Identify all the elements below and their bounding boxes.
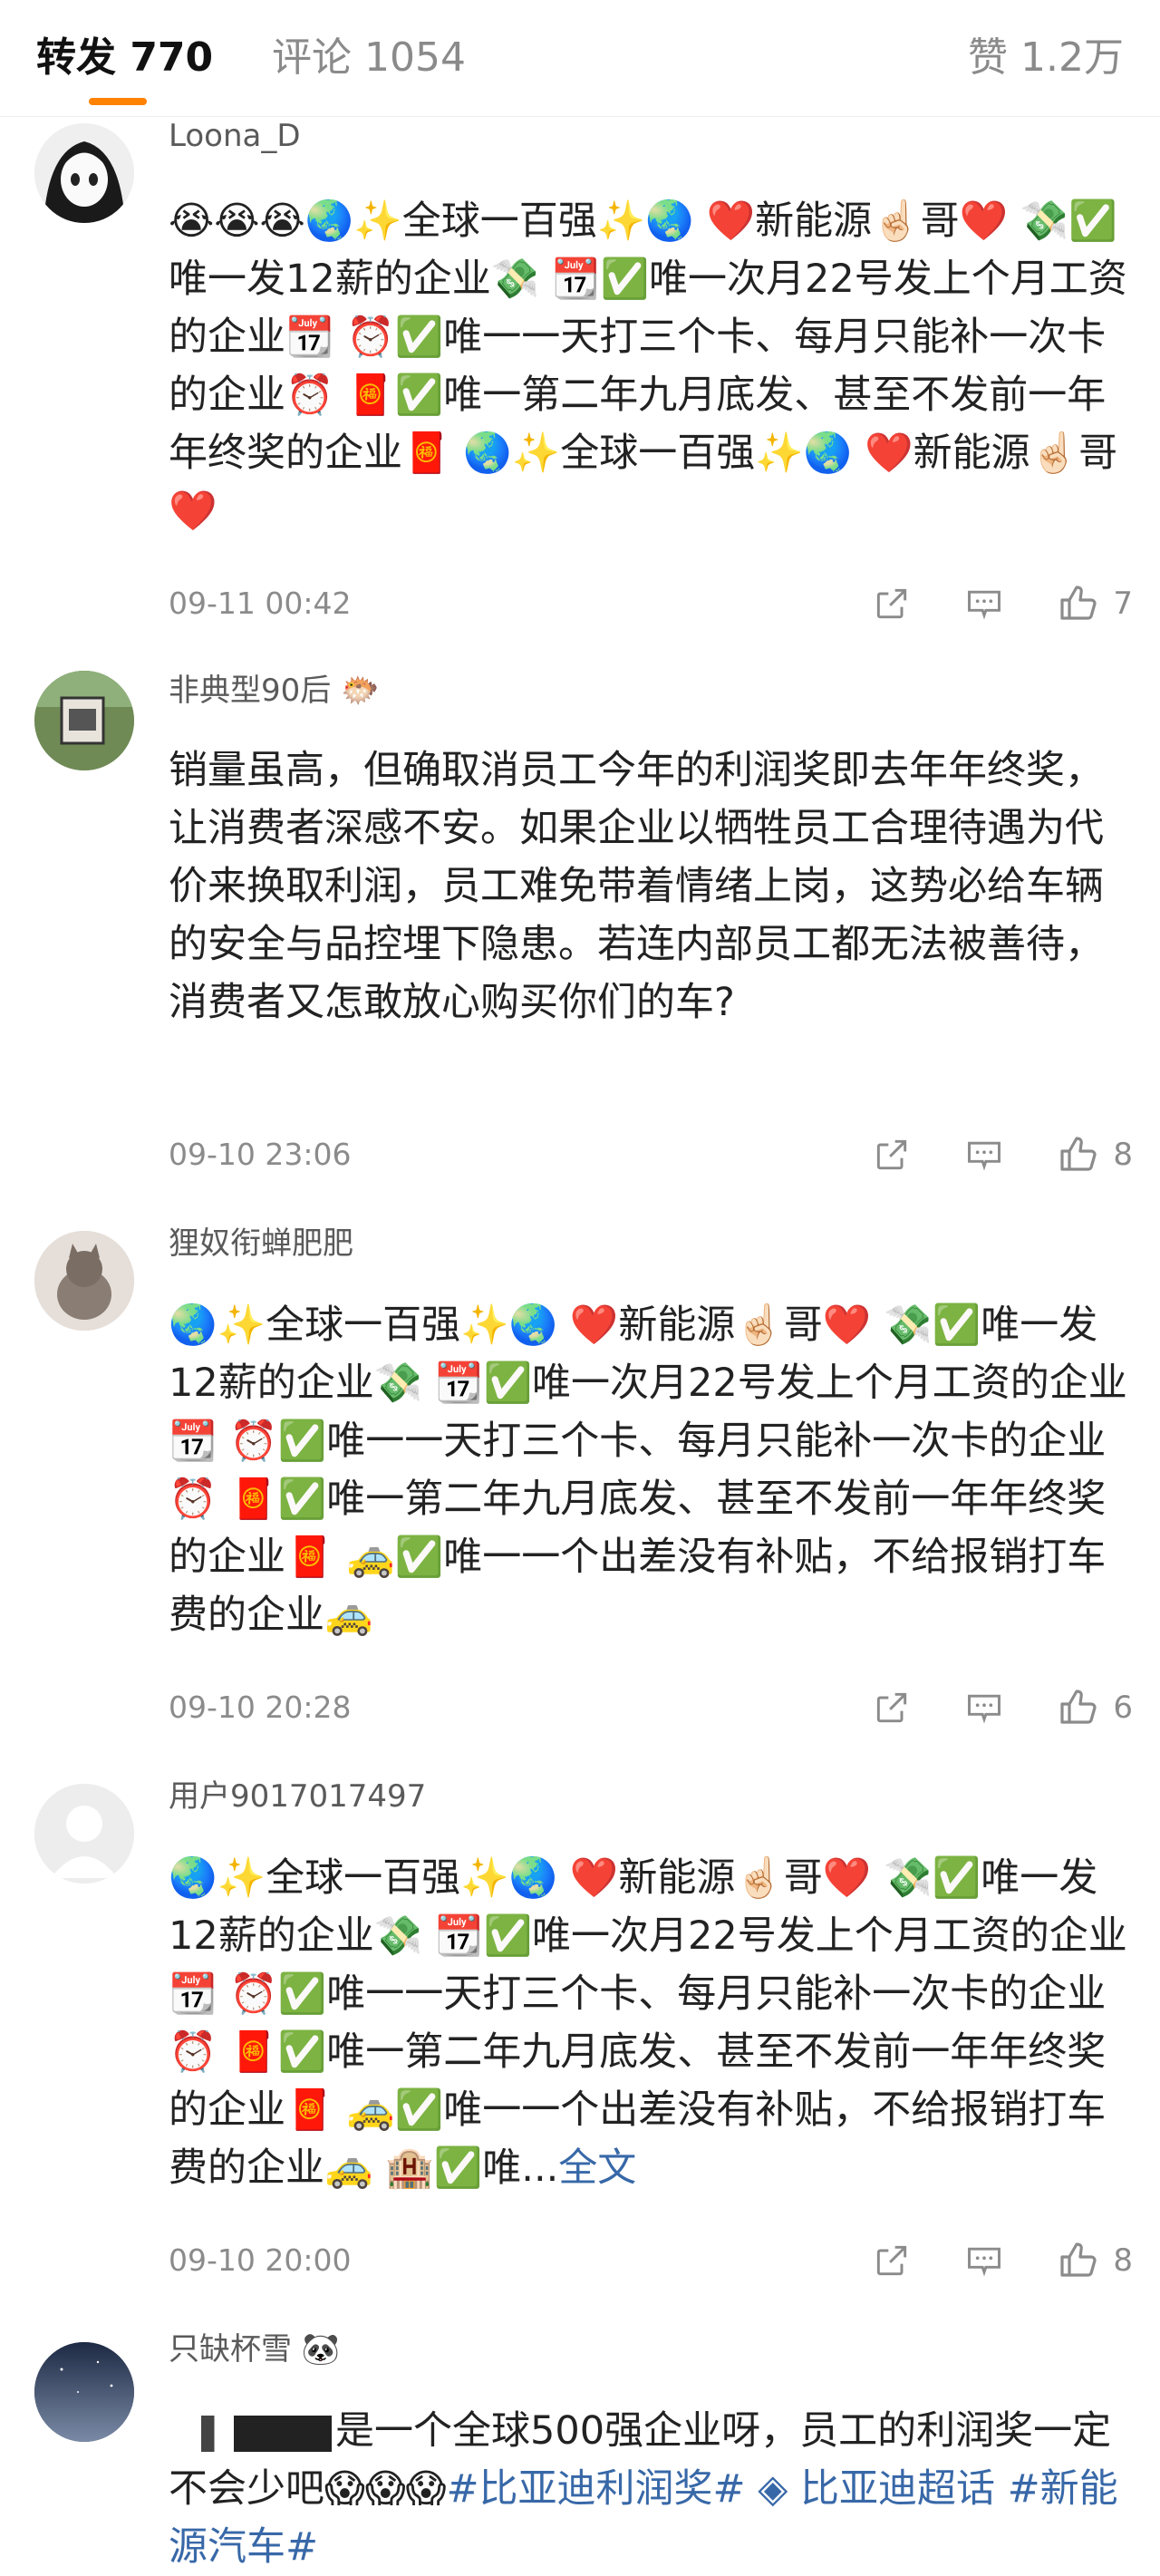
username[interactable]: 用户9017017497	[169, 1777, 426, 1816]
username[interactable]: 狸奴衔蝉肥肥	[169, 1224, 353, 1264]
timestamp: 09-10 20:00	[169, 2242, 352, 2278]
avatar[interactable]	[34, 1784, 134, 1884]
list-item: 只缺杯雪 🐼 是一个全球500强企业呀，员工的利润奖一定不会少吧😱😱😱#比亚迪利…	[0, 2329, 1160, 2574]
comment-actions: 7	[819, 578, 1133, 629]
comment-text: 销量虽高，但确取消员工今年的利润奖即去年年终奖，让消费者深感不安。如果企业以牺牲…	[169, 748, 1104, 1025]
share-button[interactable]	[872, 1688, 912, 1728]
avatar[interactable]	[34, 1231, 134, 1331]
cat-avatar-icon	[34, 1231, 134, 1331]
timestamp: 09-10 20:28	[169, 1690, 352, 1725]
comment-actions: 8	[819, 1129, 1133, 1180]
share-icon	[877, 1692, 907, 1723]
thumbs-up-icon	[1060, 2242, 1097, 2277]
avatar[interactable]	[34, 2342, 134, 2442]
avatar[interactable]	[34, 671, 134, 770]
share-icon	[877, 588, 907, 619]
timestamp: 09-10 23:06	[169, 1137, 352, 1172]
comment-actions: 6	[819, 1682, 1133, 1733]
share-button[interactable]	[872, 1135, 912, 1175]
comment-icon	[968, 1694, 1001, 1724]
photo-avatar-icon	[34, 671, 134, 770]
super-topic-link[interactable]: ◈ 比亚迪超话	[758, 2466, 995, 2512]
thumbs-up-icon	[1060, 1690, 1097, 1724]
active-tab-indicator	[89, 98, 147, 105]
list-item: 狸奴衔蝉肥肥 🌏✨全球一百强✨🌏 ❤️新能源☝🏻哥❤️ 💸✅唯一发12薪的企业💸…	[0, 1224, 1160, 1731]
list-item: Loona_D 😭😭😭🌏✨全球一百强✨🌏 ❤️新能源☝🏻哥❤️ 💸✅唯一发12薪…	[0, 116, 1160, 642]
username[interactable]: Loona_D	[169, 116, 301, 156]
thumbs-up-icon	[1060, 586, 1097, 620]
like-button[interactable]: 8	[1057, 2239, 1133, 2282]
list-item: 非典型90后 🐡 销量虽高，但确取消员工今年的利润奖即去年年终奖，让消费者深感不…	[0, 671, 1160, 1178]
timestamp: 09-11 00:42	[169, 586, 352, 621]
reply-button[interactable]	[964, 1688, 1004, 1728]
reply-button[interactable]	[964, 2241, 1004, 2281]
comment-icon	[968, 1141, 1001, 1171]
comment-text: 🌏✨全球一百强✨🌏 ❤️新能源☝🏻哥❤️ 💸✅唯一发12薪的企业💸 📆✅唯一次月…	[169, 1849, 1129, 2197]
list-item: 用户9017017497 🌏✨全球一百强✨🌏 ❤️新能源☝🏻哥❤️ 💸✅唯一发1…	[0, 1777, 1160, 2284]
tab-bar: 转发 770 评论 1054 赞 1.2万	[0, 0, 1160, 117]
redacted-block	[169, 2415, 332, 2452]
like-count: 8	[1113, 2242, 1133, 2279]
comment-text: 🌏✨全球一百强✨🌏 ❤️新能源☝🏻哥❤️ 💸✅唯一发12薪的企业💸 📆✅唯一次月…	[169, 1303, 1127, 1638]
like-count: 6	[1113, 1690, 1133, 1726]
comment-text: 是一个全球500强企业呀，员工的利润奖一定不会少吧😱😱😱#比亚迪利润奖# ◈ 比…	[169, 2402, 1129, 2576]
comment-actions: 8	[819, 2235, 1133, 2286]
hashtag-link[interactable]: #比亚迪利润奖#	[446, 2466, 745, 2512]
reply-button[interactable]	[964, 1135, 1004, 1175]
like-count: 8	[1113, 1137, 1133, 1173]
share-icon	[877, 2245, 907, 2276]
like-button[interactable]: 8	[1057, 1133, 1133, 1177]
like-button[interactable]: 6	[1057, 1686, 1133, 1729]
comment-body: 🌏✨全球一百强✨🌏 ❤️新能源☝🏻哥❤️ 💸✅唯一发12薪的企业💸 📆✅唯一次月…	[169, 1855, 1127, 2191]
like-button[interactable]: 7	[1057, 582, 1133, 625]
comment-text: 😭😭😭🌏✨全球一百强✨🌏 ❤️新能源☝🏻哥❤️ 💸✅唯一发12薪的企业💸 📆✅唯…	[169, 199, 1127, 534]
reply-button[interactable]	[964, 584, 1004, 624]
full-text-link[interactable]: 全文	[558, 2145, 636, 2191]
share-button[interactable]	[872, 2241, 912, 2281]
avatar[interactable]	[34, 123, 134, 223]
comment-icon	[968, 2247, 1001, 2277]
tab-like[interactable]: 赞 1.2万	[968, 33, 1124, 83]
night-sky-avatar-icon	[34, 2342, 134, 2442]
comment-icon	[968, 590, 1001, 620]
default-user-avatar-icon	[34, 1784, 134, 1884]
share-icon	[877, 1139, 907, 1170]
username[interactable]: 只缺杯雪 🐼	[169, 2329, 340, 2369]
anime-girl-avatar-icon	[34, 123, 134, 223]
like-count: 7	[1113, 586, 1133, 622]
tab-repost[interactable]: 转发 770	[36, 33, 213, 83]
tab-comment[interactable]: 评论 1054	[272, 33, 466, 83]
username[interactable]: 非典型90后 🐡	[169, 671, 379, 711]
thumbs-up-icon	[1060, 1137, 1097, 1171]
share-button[interactable]	[872, 584, 912, 624]
